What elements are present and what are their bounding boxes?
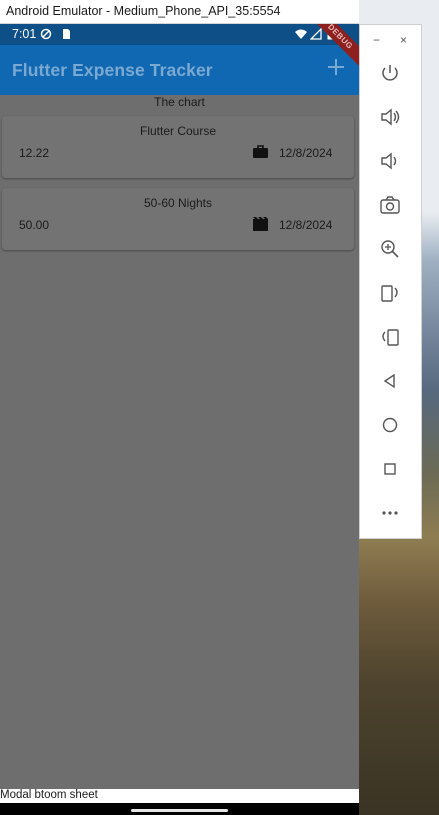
app-title: Flutter Expense Tracker <box>12 60 213 80</box>
expenses-screen[interactable]: The chart Flutter Course 12.22 12/8/2024… <box>0 95 359 789</box>
rotate-left-icon <box>381 285 398 302</box>
signal-icon <box>310 28 322 40</box>
back-icon <box>383 373 395 389</box>
power-icon <box>382 65 398 81</box>
home-button[interactable] <box>376 411 404 439</box>
expense-date: 12/8/2024 <box>279 146 333 160</box>
phone-screen: 7:01 Flutter Expense Tracker DEBUG The c… <box>0 24 359 815</box>
volume-up-icon <box>381 108 400 126</box>
bottom-sheet-label: Modal btoom sheet <box>0 789 98 801</box>
volume-down-button[interactable] <box>376 147 404 175</box>
camera-icon <box>380 196 400 214</box>
app-bar: Flutter Expense Tracker <box>0 45 359 95</box>
window-title: Android Emulator - Medium_Phone_API_35:5… <box>6 4 281 18</box>
expense-amount: 50.00 <box>19 218 50 232</box>
emulator-window-titlebar[interactable]: Android Emulator - Medium_Phone_API_35:5… <box>0 0 359 24</box>
minimize-button[interactable]: − <box>373 33 380 47</box>
chart-placeholder: The chart <box>154 95 205 109</box>
toolbar-window-controls: − × <box>360 33 421 47</box>
close-button[interactable]: × <box>400 33 407 47</box>
power-button[interactable] <box>376 59 404 87</box>
no-disturb-icon <box>40 28 52 40</box>
back-button[interactable] <box>376 367 404 395</box>
more-button[interactable] <box>376 499 404 527</box>
briefcase-icon <box>253 145 268 158</box>
screenshot-button[interactable] <box>376 191 404 219</box>
status-time: 7:01 <box>12 27 37 41</box>
modal-bottom-sheet[interactable]: Modal btoom sheet <box>0 789 359 803</box>
overview-button[interactable] <box>376 455 404 483</box>
emulator-toolbar: − × <box>359 24 422 539</box>
zoom-button[interactable] <box>376 235 404 263</box>
rotate-right-button[interactable] <box>376 323 404 351</box>
expense-item[interactable]: 50-60 Nights 50.00 12/8/2024 <box>2 188 354 250</box>
status-bar: 7:01 <box>0 24 359 45</box>
overview-icon <box>384 463 396 475</box>
volume-down-icon <box>381 152 397 170</box>
volume-up-button[interactable] <box>376 103 404 131</box>
zoom-icon <box>381 240 399 258</box>
rotate-left-button[interactable] <box>376 279 404 307</box>
expense-item[interactable]: Flutter Course 12.22 12/8/2024 <box>2 116 354 178</box>
home-icon <box>382 417 398 433</box>
sd-card-icon <box>63 29 70 39</box>
home-gesture-handle[interactable] <box>131 809 228 812</box>
expense-title: Flutter Course <box>139 124 217 138</box>
expense-amount: 12.22 <box>19 146 50 160</box>
rotate-right-icon <box>382 329 399 346</box>
movie-icon <box>253 217 268 231</box>
wifi-icon <box>295 29 307 39</box>
plus-icon[interactable] <box>325 56 347 78</box>
expense-title: 50-60 Nights <box>143 196 213 210</box>
gesture-nav-bar <box>0 803 359 815</box>
more-icon <box>382 511 398 515</box>
expense-date: 12/8/2024 <box>279 218 333 232</box>
